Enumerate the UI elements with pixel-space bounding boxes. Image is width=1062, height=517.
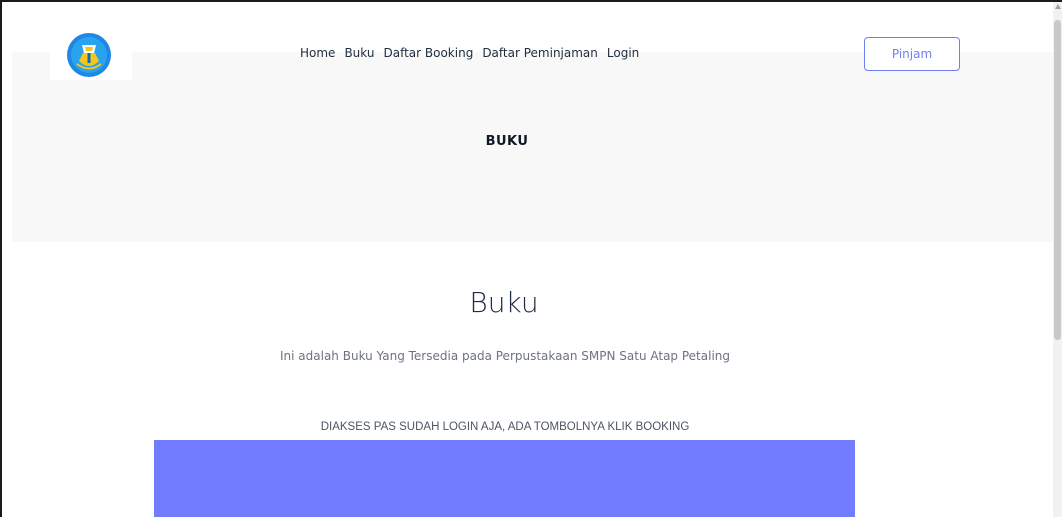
main-nav: Home Buku Daftar Booking Daftar Peminjam…: [300, 46, 639, 60]
site-logo[interactable]: [50, 28, 132, 80]
book-list-container: [154, 440, 855, 517]
page-scrollbar[interactable]: [1053, 2, 1062, 517]
nav-item-home[interactable]: Home: [300, 46, 335, 60]
nav-item-login[interactable]: Login: [607, 46, 639, 60]
section-description: Ini adalah Buku Yang Tersedia pada Perpu…: [280, 349, 730, 363]
pinjam-button[interactable]: Pinjam: [864, 37, 960, 71]
nav-item-daftar-booking[interactable]: Daftar Booking: [383, 46, 473, 60]
nav-item-daftar-peminjaman[interactable]: Daftar Peminjaman: [482, 46, 598, 60]
scrollbar-thumb[interactable]: [1054, 20, 1061, 340]
nav-item-buku[interactable]: Buku: [344, 46, 374, 60]
browser-viewport: Home Buku Daftar Booking Daftar Peminjam…: [0, 0, 1062, 517]
section-title: Buku: [469, 286, 539, 319]
login-notice: DIAKSES PAS SUDAH LOGIN AJA, ADA TOMBOLN…: [320, 421, 690, 433]
hero-title: BUKU: [485, 134, 529, 149]
scroll-up-arrow-icon[interactable]: [1055, 4, 1061, 9]
tut-wuri-handayani-logo-icon: [67, 33, 111, 77]
